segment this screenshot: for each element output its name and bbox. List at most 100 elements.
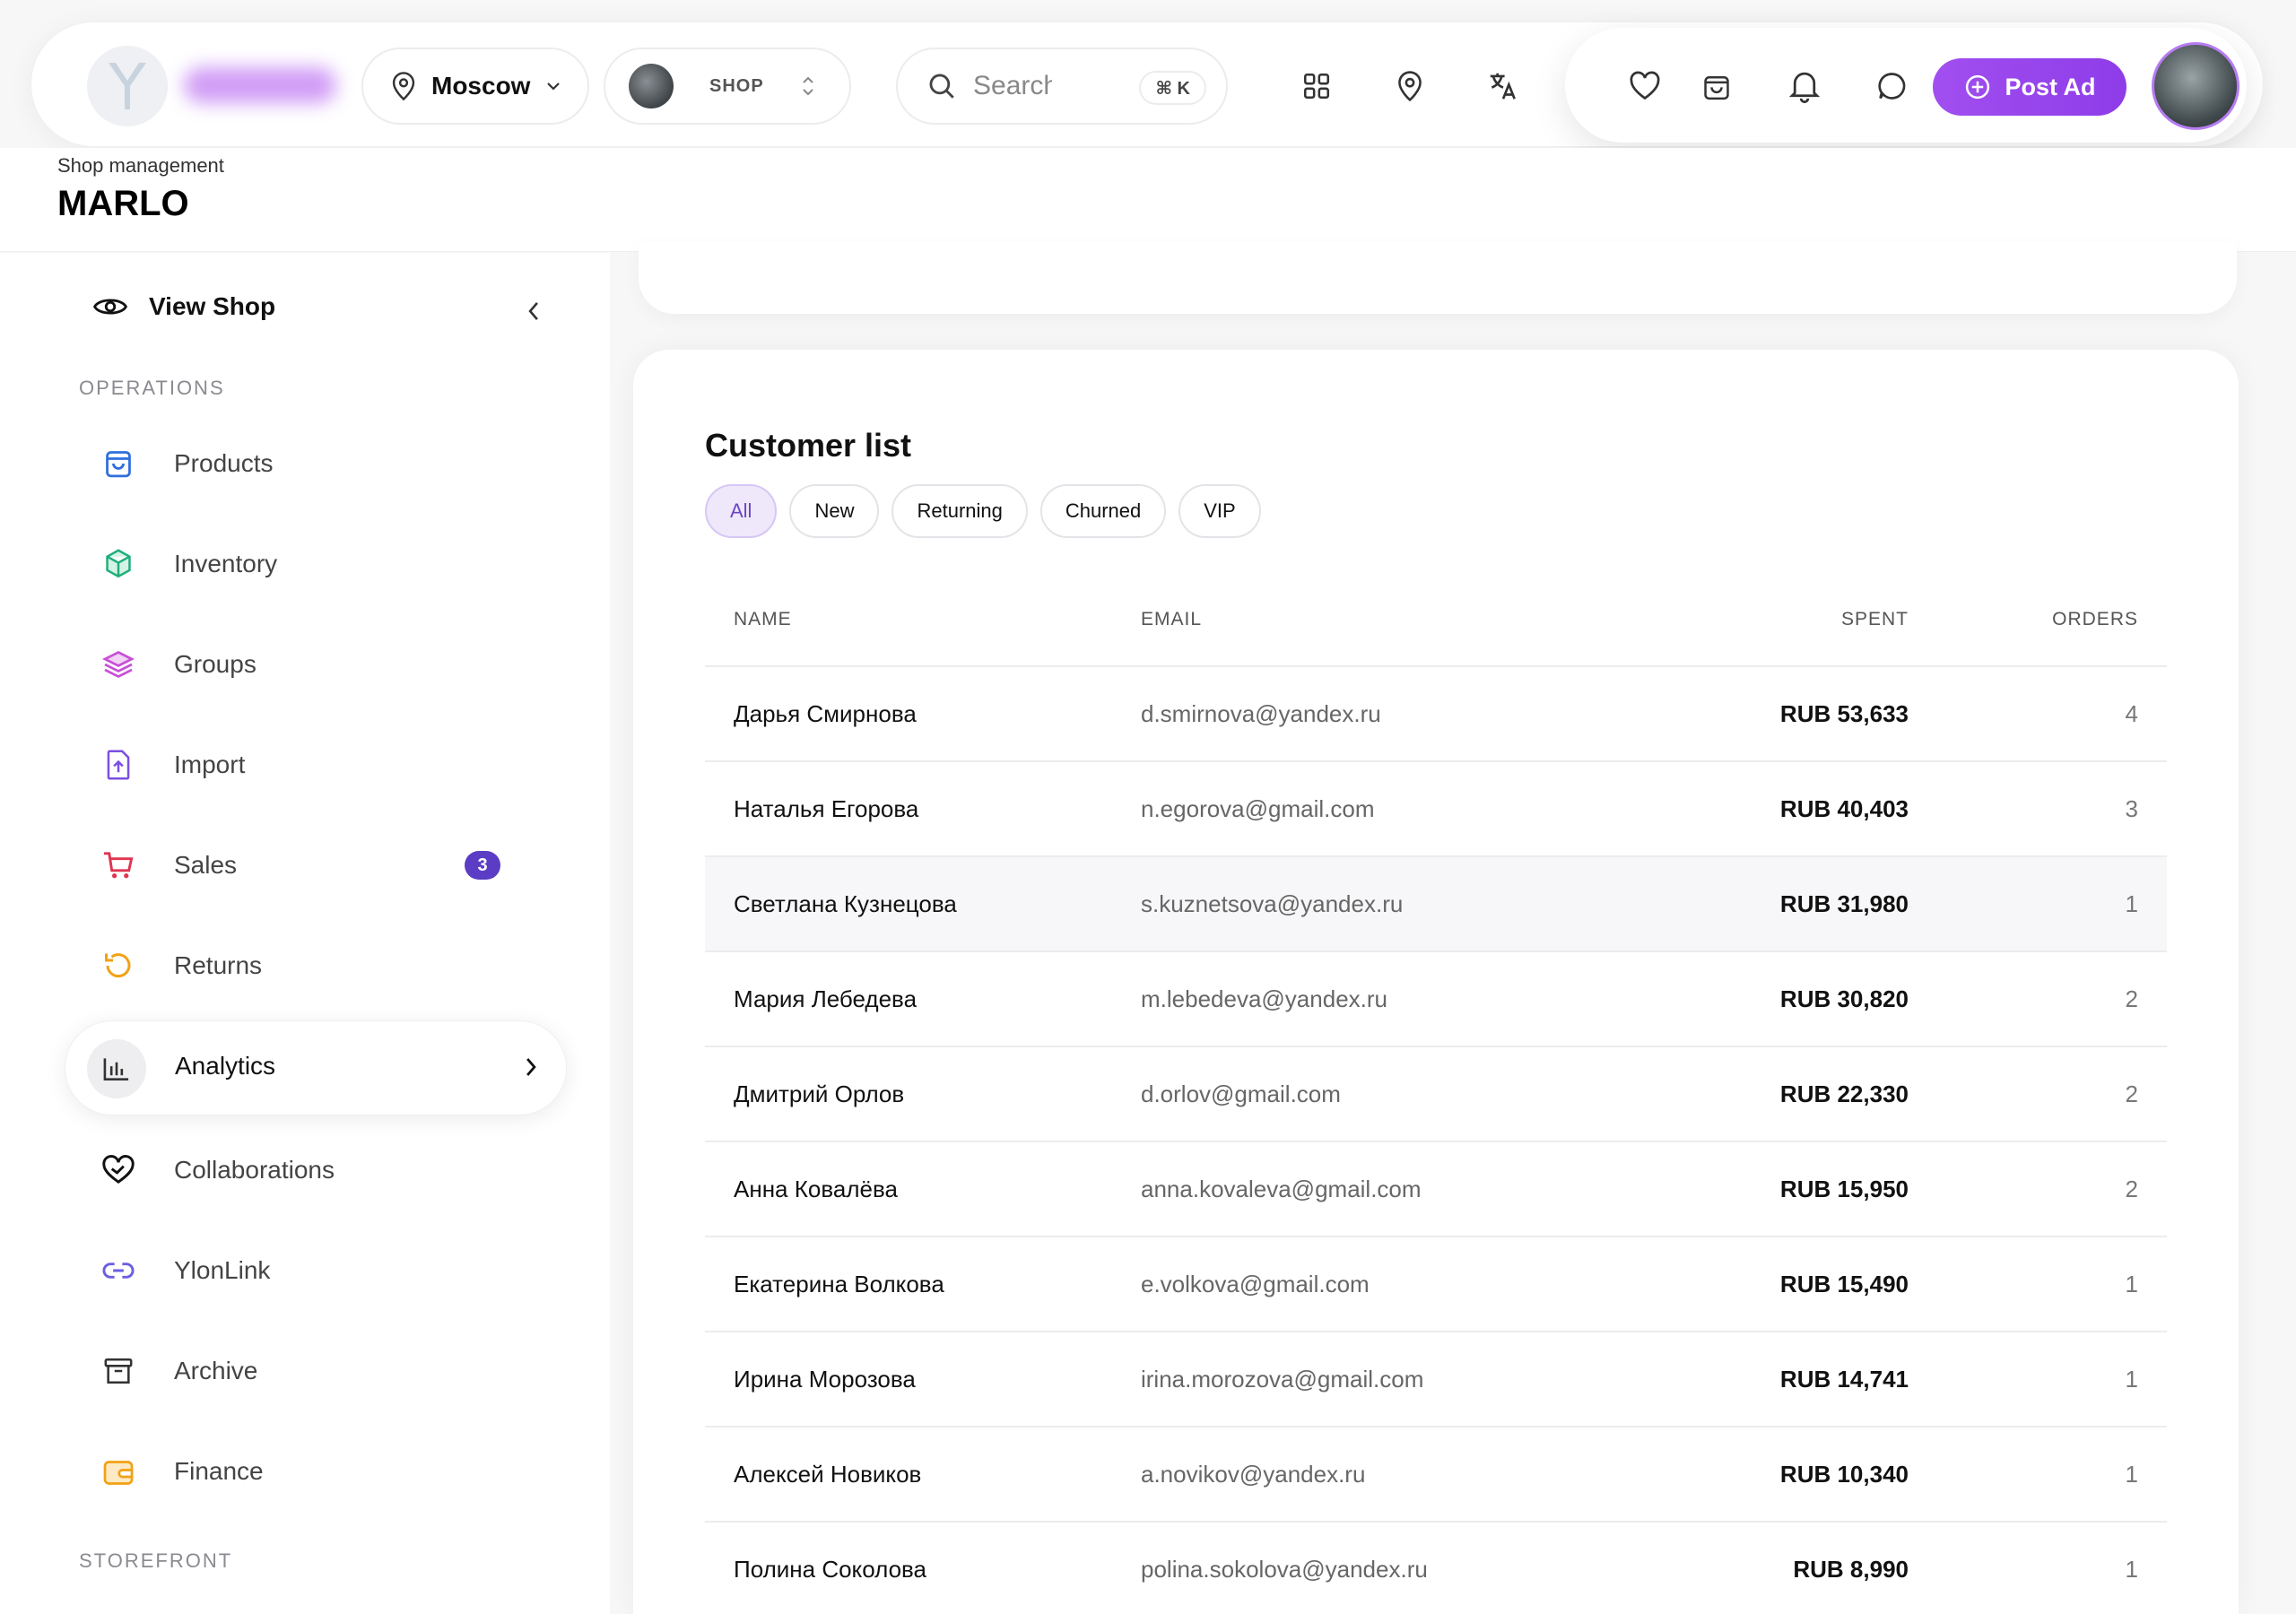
sidebar-item-label: Products xyxy=(174,449,274,477)
table-row[interactable]: Дмитрий Орлов d.orlov@gmail.com RUB 22,330… xyxy=(705,1047,2167,1142)
customer-spent: RUB 30,820 xyxy=(1779,985,1909,1012)
customer-email: e.volkova@gmail.com xyxy=(1141,1270,1370,1297)
shopping-bag-icon xyxy=(1704,76,1729,100)
table-row[interactable]: Екатерина Волкова e.volkova@gmail.com RUB … xyxy=(705,1237,2167,1332)
handshake-heart-icon xyxy=(102,1155,135,1184)
sidebar-item-returns[interactable]: Returns xyxy=(99,943,262,988)
column-header-spent[interactable]: SPENT xyxy=(1733,609,1909,630)
customer-email: irina.morozova@gmail.com xyxy=(1141,1365,1424,1393)
favorites-button[interactable] xyxy=(1621,62,1669,110)
table-row[interactable]: Светлана Кузнецова s.kuznetsova@yandex.ru… xyxy=(705,857,2167,952)
messages-button[interactable] xyxy=(1868,62,1917,110)
table-row[interactable]: Мария Лебедева m.lebedeva@yandex.ru RUB 30… xyxy=(705,952,2167,1047)
shop-switcher[interactable]: SHOP xyxy=(604,48,851,125)
customer-spent: RUB 53,633 xyxy=(1779,699,1909,727)
table-row[interactable]: Ирина Морозова irina.morozova@gmail.com RU… xyxy=(705,1332,2167,1427)
language-button[interactable] xyxy=(1479,62,1527,110)
map-pin-icon xyxy=(1398,71,1422,102)
sidebar-item-collaborations[interactable]: Collaborations xyxy=(99,1148,335,1193)
filter-churned[interactable]: Churned xyxy=(1039,484,1167,538)
stats-card xyxy=(639,242,2237,314)
city-selector[interactable]: Moscow xyxy=(361,48,589,125)
user-actions-panel xyxy=(1565,28,2247,143)
filter-new[interactable]: New xyxy=(789,484,880,538)
collapse-sidebar-button[interactable] xyxy=(524,299,544,323)
sidebar-item-label: Import xyxy=(174,751,246,778)
sidebar-item-archive[interactable]: Archive xyxy=(99,1349,257,1393)
sidebar-item-finance[interactable]: Finance xyxy=(99,1449,264,1494)
column-header-orders[interactable]: ORDERS xyxy=(1909,609,2167,630)
search-bar[interactable]: Search ⌘ K xyxy=(896,48,1228,125)
notifications-button[interactable] xyxy=(1780,62,1829,110)
location-button[interactable] xyxy=(1386,62,1434,110)
customer-orders: 2 xyxy=(2125,1080,2138,1107)
table-row[interactable]: Наталья Егорова n.egorova@gmail.com RUB 40… xyxy=(705,762,2167,857)
sidebar-item-label: Groups xyxy=(174,650,257,678)
user-avatar[interactable] xyxy=(2152,42,2239,130)
filter-vip[interactable]: VIP xyxy=(1178,484,1261,538)
table-row[interactable]: Алексей Новиков a.novikov@yandex.ru RUB 10… xyxy=(705,1427,2167,1523)
customer-orders: 4 xyxy=(2125,699,2138,727)
customer-spent: RUB 10,340 xyxy=(1779,1460,1909,1488)
layers-icon xyxy=(102,650,135,679)
sidebar-item-products[interactable]: Products xyxy=(99,441,274,486)
customer-email: d.orlov@gmail.com xyxy=(1141,1080,1341,1107)
table-row[interactable]: Полина Соколова polina.sokolova@yandex.ru… xyxy=(705,1523,2167,1614)
customer-name: Мария Лебедева xyxy=(734,985,918,1012)
sidebar-item-ylonlink[interactable]: YlonLink xyxy=(99,1248,270,1293)
app-logo[interactable] xyxy=(87,46,168,126)
sidebar-item-label: Sales xyxy=(174,851,238,879)
customer-name: Анна Ковалёва xyxy=(734,1175,898,1202)
customer-orders: 1 xyxy=(2125,1555,2138,1583)
sidebar-item-label: Analytics xyxy=(175,1052,276,1080)
cart-button[interactable] xyxy=(1692,62,1741,110)
sidebar-item-sales[interactable]: Sales xyxy=(99,843,237,888)
chevron-up-down-icon xyxy=(802,76,813,96)
column-header-email[interactable]: EMAIL xyxy=(1141,609,1733,630)
customer-orders: 3 xyxy=(2125,794,2138,822)
bar-chart-icon xyxy=(103,1058,129,1080)
shop-avatar xyxy=(629,64,674,108)
chevron-down-icon xyxy=(547,82,561,91)
apps-grid-button[interactable] xyxy=(1292,62,1341,110)
customer-name: Ирина Морозова xyxy=(734,1365,916,1393)
column-header-name[interactable]: NAME xyxy=(705,609,1141,630)
bell-icon xyxy=(1788,72,1821,104)
customer-email: anna.kovaleva@gmail.com xyxy=(1141,1175,1422,1202)
view-shop-link[interactable]: View Shop xyxy=(93,292,275,321)
sidebar-item-inventory[interactable]: Inventory xyxy=(99,542,277,586)
filter-all[interactable]: All xyxy=(705,484,778,538)
sidebar-item-import[interactable]: Import xyxy=(99,742,245,787)
filter-returning[interactable]: Returning xyxy=(891,484,1028,538)
post-ad-button[interactable]: Post Ad xyxy=(1933,58,2126,116)
sidebar-item-analytics[interactable]: Analytics xyxy=(65,1020,567,1115)
city-label: Moscow xyxy=(431,72,531,100)
sidebar-item-groups[interactable]: Groups xyxy=(99,642,257,687)
sidebar-item-label: YlonLink xyxy=(174,1256,271,1284)
table-row[interactable]: Дарья Смирнова d.smirnova@yandex.ru RUB 53… xyxy=(705,667,2167,762)
customer-email: n.egorova@gmail.com xyxy=(1141,794,1375,822)
customer-spent: RUB 22,330 xyxy=(1779,1080,1909,1107)
customer-email: s.kuznetsova@yandex.ru xyxy=(1141,889,1404,917)
card-title: Customer list xyxy=(705,427,912,464)
brand-wordmark-blurred xyxy=(184,67,336,103)
eye-icon xyxy=(93,299,127,315)
customer-email: a.novikov@yandex.ru xyxy=(1141,1460,1366,1488)
post-ad-label: Post Ad xyxy=(2005,73,2096,100)
search-input[interactable]: Search xyxy=(973,71,1052,101)
table-header: NAME EMAIL SPENT ORDERS xyxy=(705,574,2167,667)
breadcrumb: Shop management xyxy=(57,154,224,177)
rotate-icon xyxy=(105,953,131,978)
table-row[interactable]: Анна Ковалёва anna.kovaleva@gmail.com RUB … xyxy=(705,1142,2167,1237)
page-header: Shop management MARLO xyxy=(0,148,2296,252)
customer-orders: 2 xyxy=(2125,985,2138,1012)
cart-icon xyxy=(103,852,134,879)
section-label-storefront: STOREFRONT xyxy=(79,1549,233,1572)
customer-spent: RUB 14,741 xyxy=(1779,1365,1909,1393)
customer-table: NAME EMAIL SPENT ORDERS Дарья Смирнова d.… xyxy=(705,574,2167,1614)
customer-spent: RUB 40,403 xyxy=(1779,794,1909,822)
cube-icon xyxy=(106,549,131,578)
sidebar: View Shop OPERATIONS Products Inventory … xyxy=(0,253,610,1614)
customer-spent: RUB 15,950 xyxy=(1779,1175,1909,1202)
search-shortcut-hint: ⌘ K xyxy=(1139,71,1206,105)
